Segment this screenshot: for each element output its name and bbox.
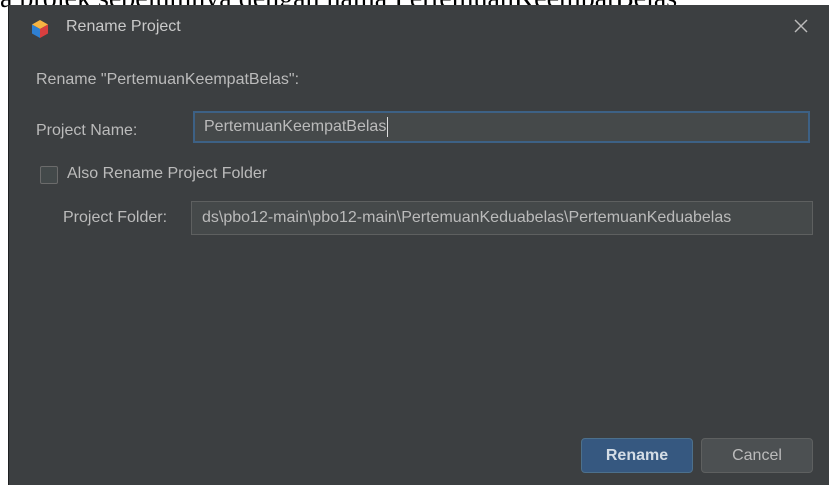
close-icon <box>793 18 809 39</box>
rename-button[interactable]: Rename <box>581 438 693 473</box>
text-caret <box>387 117 389 137</box>
project-name-label: Project Name: <box>36 122 138 139</box>
close-button[interactable] <box>786 13 816 43</box>
dialog-title: Rename Project <box>66 18 181 35</box>
also-rename-folder-label[interactable]: Also Rename Project Folder <box>67 165 267 183</box>
cancel-button[interactable]: Cancel <box>701 438 813 473</box>
netbeans-cube-icon <box>31 19 49 39</box>
project-folder-label: Project Folder: <box>63 209 168 226</box>
project-folder-value: ds\pbo12-main\pbo12-main\PertemuanKeduab… <box>202 209 732 226</box>
rename-project-dialog: Rename Project Rename "PertemuanKeempatB… <box>8 5 829 485</box>
dialog-titlebar: Rename Project <box>9 5 829 51</box>
also-rename-folder-checkbox[interactable] <box>40 166 58 184</box>
rename-heading-label: Rename "PertemuanKeempatBelas": <box>36 71 300 88</box>
project-folder-input[interactable]: ds\pbo12-main\pbo12-main\PertemuanKeduab… <box>191 201 813 235</box>
project-name-input[interactable]: PertemuanKeempatBelas <box>193 111 810 143</box>
project-name-value: PertemuanKeempatBelas <box>204 118 387 135</box>
